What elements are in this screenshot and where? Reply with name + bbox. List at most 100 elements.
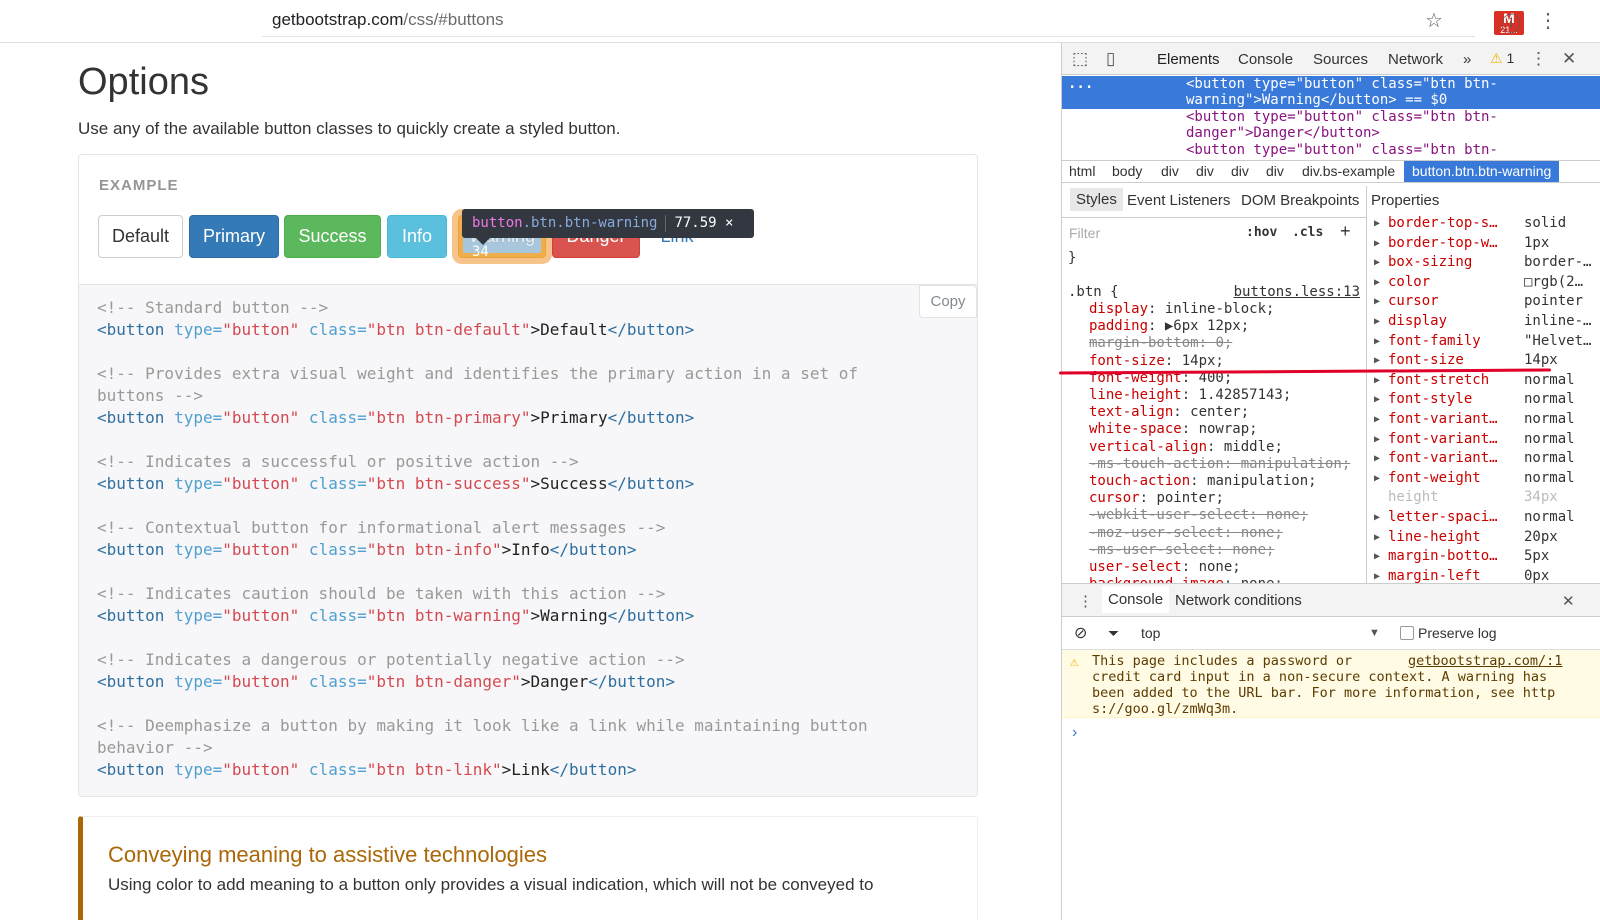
- breadcrumb-item[interactable]: html: [1069, 161, 1095, 182]
- style-declaration[interactable]: white-space: nowrap;: [1089, 421, 1258, 438]
- breadcrumb-item[interactable]: div: [1161, 161, 1179, 182]
- tab-elements[interactable]: Elements: [1157, 51, 1220, 68]
- rule-source-link[interactable]: buttons.less:13: [1234, 284, 1360, 301]
- dom-node[interactable]: danger">Danger</button>: [1186, 125, 1380, 142]
- computed-property[interactable]: ▶ color □rgb(2…: [1368, 273, 1600, 293]
- style-declaration[interactable]: -moz-user-select: none;: [1089, 525, 1283, 542]
- computed-property[interactable]: ▶ cursor pointer: [1368, 292, 1600, 312]
- computed-property[interactable]: ▶ font-stretch normal: [1368, 371, 1600, 391]
- breadcrumb-item[interactable]: body: [1112, 161, 1142, 182]
- expand-arrow-icon[interactable]: ▶: [1374, 351, 1380, 371]
- cls-toggle[interactable]: .cls: [1292, 225, 1323, 240]
- dom-selected-node[interactable]: ... <button type="button" class="btn btn…: [1062, 76, 1600, 109]
- computed-property[interactable]: ▶ font-style normal: [1368, 390, 1600, 410]
- expand-arrow-icon[interactable]: ▶: [1374, 312, 1380, 332]
- info-button[interactable]: Info: [387, 215, 447, 258]
- expand-arrow-icon[interactable]: ▶: [1374, 567, 1380, 583]
- breadcrumb-item[interactable]: div: [1196, 161, 1214, 182]
- dom-node-menu-icon[interactable]: ...: [1068, 76, 1093, 93]
- computed-property[interactable]: ▶ margin-botto… 5px: [1368, 547, 1600, 567]
- warning-source-link[interactable]: getbootstrap.com/:1: [1408, 653, 1562, 669]
- style-declaration[interactable]: user-select: none;: [1089, 559, 1241, 576]
- style-declaration[interactable]: touch-action: manipulation;: [1089, 473, 1317, 490]
- style-declaration[interactable]: vertical-align: middle;: [1089, 439, 1283, 456]
- more-tabs-icon[interactable]: »: [1463, 51, 1471, 68]
- expand-arrow-icon[interactable]: ▶: [1374, 214, 1380, 234]
- expand-arrow-icon[interactable]: ▶: [1374, 371, 1380, 391]
- breadcrumb-item[interactable]: div: [1231, 161, 1249, 182]
- computed-property[interactable]: ▶ line-height 20px: [1368, 528, 1600, 548]
- expand-arrow-icon[interactable]: ▶: [1374, 390, 1380, 410]
- expand-arrow-icon[interactable]: ▶: [1374, 528, 1380, 548]
- style-declaration[interactable]: -ms-touch-action: manipulation;: [1089, 456, 1350, 473]
- computed-property[interactable]: ▶ font-variant… normal: [1368, 449, 1600, 469]
- computed-property[interactable]: ▶ font-variant… normal: [1368, 430, 1600, 450]
- style-declaration[interactable]: font-size: 14px;: [1089, 353, 1224, 370]
- computed-property[interactable]: ▶ letter-spaci… normal: [1368, 508, 1600, 528]
- style-declaration[interactable]: line-height: 1.42857143;: [1089, 387, 1291, 404]
- drawer-menu-icon[interactable]: ⋮: [1078, 592, 1093, 610]
- expand-arrow-icon[interactable]: ▶: [1374, 332, 1380, 352]
- chevron-down-icon[interactable]: ▼: [1369, 627, 1380, 639]
- computed-property[interactable]: ▶ font-weight normal: [1368, 469, 1600, 489]
- close-devtools-icon[interactable]: ✕: [1562, 49, 1576, 69]
- computed-property[interactable]: height 34px: [1368, 488, 1600, 508]
- computed-property[interactable]: ▶ box-sizing border-…: [1368, 253, 1600, 273]
- dom-node[interactable]: <button type="button" class="btn btn-: [1186, 109, 1498, 126]
- expand-arrow-icon[interactable]: ▶: [1374, 508, 1380, 528]
- style-declaration[interactable]: background-image: none;: [1089, 576, 1283, 583]
- expand-arrow-icon[interactable]: ▶: [1374, 253, 1380, 273]
- close-drawer-icon[interactable]: ✕: [1562, 592, 1575, 610]
- warning-counter[interactable]: ⚠ 1: [1490, 50, 1514, 67]
- devtools-menu-icon[interactable]: ⋮: [1530, 49, 1547, 69]
- breadcrumb-item[interactable]: div.bs-example: [1302, 161, 1395, 182]
- copy-button[interactable]: Copy: [919, 285, 977, 318]
- expand-arrow-icon[interactable]: ▶: [1374, 234, 1380, 254]
- pane-divider[interactable]: [1366, 186, 1367, 583]
- breadcrumb-item-active[interactable]: button.btn.btn-warning: [1404, 161, 1560, 182]
- console-prompt[interactable]: ›: [1072, 724, 1077, 742]
- computed-property[interactable]: ▶ display inline-…: [1368, 312, 1600, 332]
- expand-arrow-icon[interactable]: ▶: [1374, 430, 1380, 450]
- tab-styles[interactable]: Styles: [1070, 188, 1123, 211]
- inspect-element-icon[interactable]: ⬚: [1072, 49, 1088, 69]
- context-select[interactable]: top: [1141, 625, 1160, 641]
- tab-dom-breakpoints[interactable]: DOM Breakpoints: [1241, 192, 1359, 209]
- primary-button[interactable]: Primary: [189, 215, 279, 258]
- computed-property[interactable]: ▶ border-top-w… 1px: [1368, 234, 1600, 254]
- star-icon[interactable]: ☆: [1425, 8, 1443, 33]
- expand-arrow-icon[interactable]: ▶: [1374, 410, 1380, 430]
- tab-event-listeners[interactable]: Event Listeners: [1127, 192, 1230, 209]
- dom-node[interactable]: <button type="button" class="btn btn-: [1186, 142, 1498, 159]
- style-declaration[interactable]: -ms-user-select: none;: [1089, 542, 1274, 559]
- style-declaration[interactable]: display: inline-block;: [1089, 301, 1274, 318]
- breadcrumb-item[interactable]: div: [1266, 161, 1284, 182]
- computed-property[interactable]: ▶ margin-left 0px: [1368, 567, 1600, 583]
- style-declaration[interactable]: margin-bottom: 0;: [1089, 335, 1232, 352]
- clear-console-icon[interactable]: ⊘: [1074, 623, 1087, 643]
- style-declaration[interactable]: cursor: pointer;: [1089, 490, 1224, 507]
- expand-arrow-icon[interactable]: ▶: [1374, 469, 1380, 489]
- style-declaration[interactable]: padding: ▶6px 12px;: [1089, 318, 1249, 335]
- styles-filter-input[interactable]: Filter: [1069, 225, 1100, 241]
- filter-icon[interactable]: ⏷: [1108, 625, 1119, 642]
- default-button[interactable]: Default: [98, 215, 183, 258]
- style-declaration[interactable]: -webkit-user-select: none;: [1089, 507, 1308, 524]
- preserve-log-checkbox[interactable]: [1400, 626, 1414, 640]
- style-declaration[interactable]: text-align: center;: [1089, 404, 1249, 421]
- new-rule-button[interactable]: +: [1340, 221, 1351, 242]
- tab-properties[interactable]: Properties: [1371, 192, 1439, 209]
- hov-toggle[interactable]: :hov: [1246, 225, 1277, 240]
- computed-property[interactable]: ▶ border-top-s… solid: [1368, 214, 1600, 234]
- expand-arrow-icon[interactable]: ▶: [1374, 273, 1380, 293]
- expand-arrow-icon[interactable]: ▶: [1374, 292, 1380, 312]
- expand-arrow-icon[interactable]: ▶: [1374, 449, 1380, 469]
- computed-property[interactable]: ▶ font-variant… normal: [1368, 410, 1600, 430]
- computed-property[interactable]: ▶ font-family "Helvet…: [1368, 332, 1600, 352]
- tab-console[interactable]: Console: [1238, 51, 1293, 68]
- address-bar[interactable]: getbootstrap.com/css/#buttons: [272, 10, 504, 30]
- tab-sources[interactable]: Sources: [1313, 51, 1368, 68]
- info-icon[interactable]: ⓘ: [1501, 8, 1521, 37]
- success-button[interactable]: Success: [284, 215, 381, 258]
- menu-icon[interactable]: ⋮: [1538, 8, 1558, 33]
